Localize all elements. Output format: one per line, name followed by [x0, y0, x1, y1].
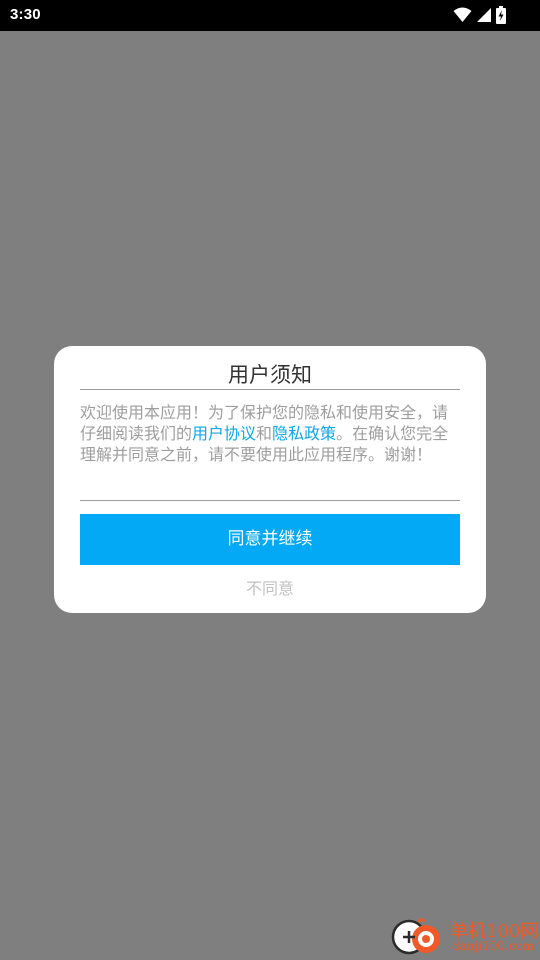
privacy-policy-link[interactable]: 隐私政策 — [272, 424, 336, 443]
wifi-icon — [453, 7, 472, 23]
dialog-message: 欢迎使用本应用！为了保护您的隐私和使用安全，请仔细阅读我们的用户协议和隐私政策。… — [80, 402, 460, 465]
site-watermark: 单机100网 danji100.com — [388, 916, 538, 960]
status-time: 3:30 — [10, 6, 41, 23]
user-notice-dialog: 用户须知 欢迎使用本应用！为了保护您的隐私和使用安全，请仔细阅读我们的用户协议和… — [54, 346, 486, 613]
agree-continue-button[interactable]: 同意并继续 — [80, 514, 460, 565]
watermark-text-en: danji100.com — [452, 939, 535, 953]
watermark-logo-icon — [388, 916, 450, 960]
body-divider — [80, 500, 460, 501]
dialog-title: 用户须知 — [228, 363, 312, 387]
status-bar: 3:30 — [0, 0, 540, 31]
battery-charging-icon — [496, 6, 506, 24]
title-divider — [80, 389, 460, 390]
status-icons — [453, 6, 506, 24]
user-agreement-link[interactable]: 用户协议 — [192, 424, 256, 443]
message-and: 和 — [256, 424, 273, 443]
disagree-button[interactable]: 不同意 — [80, 578, 460, 600]
cell-signal-icon — [476, 7, 492, 23]
